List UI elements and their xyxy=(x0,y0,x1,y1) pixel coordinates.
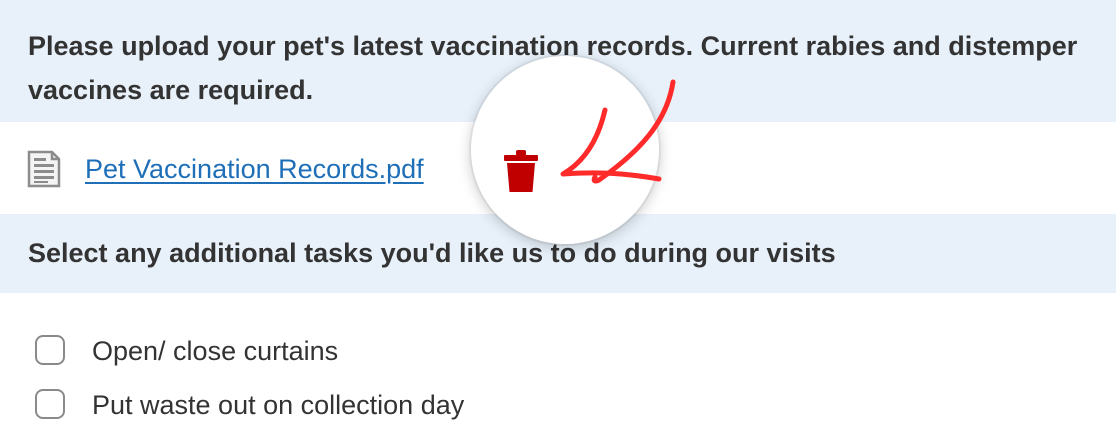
red-arrow-annotation xyxy=(560,79,676,184)
additional-tasks-heading: Select any additional tasks you'd like u… xyxy=(28,238,836,268)
waste-checkbox-label[interactable]: Put waste out on collection day xyxy=(92,387,464,423)
waste-checkbox[interactable] xyxy=(35,389,65,419)
curtains-checkbox-label[interactable]: Open/ close curtains xyxy=(92,333,338,369)
uploaded-file-link[interactable]: Pet Vaccination Records.pdf xyxy=(85,151,424,187)
trash-icon[interactable] xyxy=(503,148,539,194)
document-icon xyxy=(27,150,61,188)
curtains-checkbox[interactable] xyxy=(35,335,65,365)
